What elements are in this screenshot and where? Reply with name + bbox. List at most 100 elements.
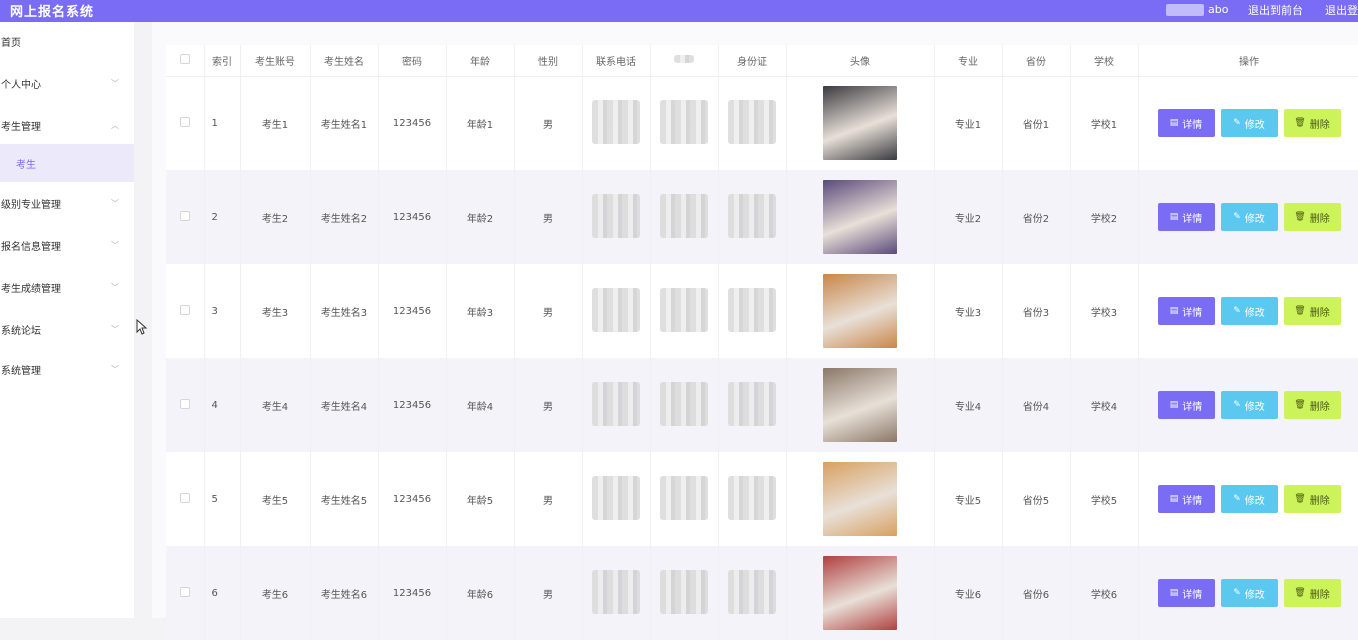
sidebar-item-label: 系统论坛 [1,325,41,337]
delete-button[interactable]: 🗑 删除 [1283,579,1341,607]
redacted-value [728,381,776,426]
sidebar-item-5[interactable]: 报名信息管理 ﹀ [0,226,134,264]
detail-label: 详情 [1182,589,1203,601]
delete-button[interactable]: 🗑 删除 [1283,297,1341,325]
delete-button[interactable]: 🗑 删除 [1283,391,1341,419]
pencil-icon: ✎ [1233,306,1241,316]
delete-button[interactable]: 🗑 删除 [1283,203,1341,231]
pencil-icon: ✎ [1233,212,1241,222]
name-cell: 考生姓名3 [310,264,379,358]
logout-link[interactable]: 退出登 [1325,2,1358,18]
edit-button[interactable]: ✎ 修改 [1220,109,1278,138]
row-select-cell[interactable] [166,358,205,452]
table-row: 4 考生4 考生姓名4 123456 年龄4 男专业4 省份4 学校4 ▤ 详情 ✎ 修改 🗑 删除 [166,358,1358,452]
table-row: 6 考生6 考生姓名6 123456 年龄6 男专业6 省份6 学校6 ▤ 详情 ✎ 修改 🗑 删除 [166,546,1358,640]
detail-button[interactable]: ▤ 详情 [1157,485,1215,513]
name-cell: 考生姓名5 [310,452,379,546]
redacted-value [592,287,640,332]
redacted-value [592,569,640,614]
redacted-cell [650,76,719,170]
row-select-cell[interactable] [166,452,205,546]
sidebar-item-7[interactable]: 系统论坛 ﹀ [0,310,134,348]
row-select-cell[interactable] [166,170,205,264]
province-cell: 省份3 [1002,264,1071,358]
detail-button[interactable]: ▤ 详情 [1157,391,1215,419]
edit-button[interactable]: ✎ 修改 [1220,203,1278,231]
index-cell: 3 [204,264,241,358]
select-all-checkbox[interactable] [179,53,190,64]
delete-button[interactable]: 🗑 删除 [1283,109,1341,138]
avatar-cell [786,452,935,546]
redacted-value [728,99,776,144]
detail-button[interactable]: ▤ 详情 [1157,109,1215,138]
edit-button[interactable]: ✎ 修改 [1220,391,1278,419]
avatar-cell [786,170,935,264]
sidebar-item-8[interactable]: 系统管理 ﹀ [0,350,134,388]
row-select-cell[interactable] [166,76,205,170]
students-table: 索引 考生账号 考生姓名 密码 年龄 性别 联系电话 身份证 头像 专业 省份 学校 操作 1 考生1 考生… [166,45,1358,640]
phone-cell [582,264,651,358]
column-header-0[interactable] [166,45,205,77]
trash-icon: 🗑 [1294,588,1306,598]
row-select-cell[interactable] [166,546,205,640]
back-to-front-link[interactable]: 退出到前台 [1248,2,1303,18]
redacted-value [660,569,708,614]
province-cell: 省份2 [1002,170,1071,264]
edit-label: 修改 [1244,213,1265,225]
row-checkbox[interactable] [179,304,190,315]
account-cell: 考生6 [240,546,311,640]
edit-button[interactable]: ✎ 修改 [1220,579,1278,607]
column-header-9: 身份证 [718,45,787,77]
edit-label: 修改 [1244,589,1265,601]
row-checkbox[interactable] [179,210,190,221]
password-cell: 123456 [378,546,447,640]
redacted-value [660,381,708,426]
sidebar-item-0[interactable]: 首页 [0,22,134,60]
trash-icon: 🗑 [1294,306,1306,316]
redacted-value [592,475,640,520]
row-checkbox[interactable] [179,586,190,597]
redacted-header [674,54,694,63]
row-checkbox[interactable] [179,492,190,503]
detail-label: 详情 [1182,119,1203,131]
delete-button[interactable]: 🗑 删除 [1283,485,1341,513]
column-header-3: 考生姓名 [310,45,379,77]
edit-button[interactable]: ✎ 修改 [1220,297,1278,325]
document-icon: ▤ [1169,306,1179,316]
row-select-cell[interactable] [166,264,205,358]
sidebar-item-6[interactable]: 考生成绩管理 ﹀ [0,268,134,306]
edit-button[interactable]: ✎ 修改 [1220,485,1278,513]
avatar-cell [786,264,935,358]
sidebar-item-label: 个人中心 [1,79,41,91]
sidebar-item-2[interactable]: 考生管理 ︿ [0,106,134,144]
detail-button[interactable]: ▤ 详情 [1157,297,1215,325]
pencil-icon: ✎ [1233,118,1241,129]
delete-label: 删除 [1309,495,1330,507]
id-card-cell [718,452,787,546]
redacted-value [660,193,708,238]
gender-cell: 男 [514,358,583,452]
actions-cell: ▤ 详情 ✎ 修改 🗑 删除 [1138,76,1358,170]
edit-label: 修改 [1244,495,1265,507]
detail-button[interactable]: ▤ 详情 [1157,203,1215,231]
account-cell: 考生1 [240,76,311,170]
column-header-5: 年龄 [446,45,515,77]
row-checkbox[interactable] [179,116,190,127]
detail-button[interactable]: ▤ 详情 [1157,579,1215,607]
password-cell: 123456 [378,358,447,452]
sidebar-item-4[interactable]: 级别专业管理 ﹀ [0,184,134,222]
sidebar-item-label: 考生成绩管理 [1,283,61,295]
delete-label: 删除 [1309,589,1330,601]
redacted-value [728,569,776,614]
delete-label: 删除 [1309,401,1330,413]
phone-cell [582,76,651,170]
row-checkbox[interactable] [179,398,190,409]
user-info: abo [1166,3,1228,16]
index-cell: 5 [204,452,241,546]
age-cell: 年龄2 [446,170,515,264]
id-card-cell [718,546,787,640]
table-header-row: 索引 考生账号 考生姓名 密码 年龄 性别 联系电话 身份证 头像 专业 省份 学校 操作 [166,45,1358,77]
index-cell: 4 [204,358,241,452]
sidebar-item-1[interactable]: 个人中心 ﹀ [0,64,134,102]
sidebar-item-3[interactable]: 考生 [0,144,134,182]
